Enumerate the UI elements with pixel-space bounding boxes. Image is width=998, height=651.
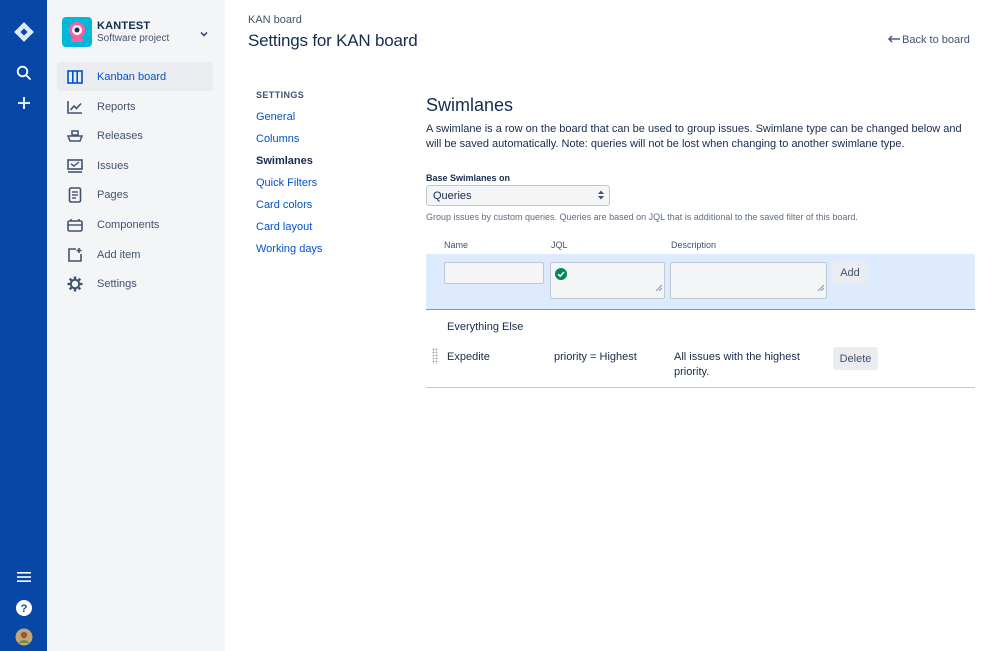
select-arrows-icon <box>597 189 605 204</box>
section-title: Swimlanes <box>426 95 514 115</box>
settings-nav-card-colors[interactable]: Card colors <box>256 199 312 211</box>
sidebar-item-kanban-board[interactable]: Kanban board <box>57 62 213 91</box>
settings-nav-columns[interactable]: Columns <box>256 133 299 145</box>
breadcrumb[interactable]: KAN board <box>248 14 302 26</box>
back-link-label: Back to board <box>902 34 970 46</box>
section-description: A swimlane is a row on the board that ca… <box>426 123 962 150</box>
swimlane-description[interactable]: All issues with the highest priority. <box>674 350 814 380</box>
column-header-name: Name <box>444 240 469 250</box>
check-circle-icon <box>555 267 567 285</box>
table-bottom-divider <box>426 387 975 388</box>
resize-handle-icon[interactable] <box>655 278 663 296</box>
search-icon[interactable] <box>0 65 47 81</box>
select-value: Queries <box>433 190 472 202</box>
sidebar-item-label: Add item <box>97 248 141 261</box>
ship-icon <box>67 128 83 144</box>
delete-button[interactable]: Delete <box>833 347 878 370</box>
back-to-board-link[interactable]: Back to board <box>888 34 970 46</box>
settings-nav-heading: SETTINGS <box>256 90 305 100</box>
sidebar-item-add-item[interactable]: Add item <box>57 240 213 269</box>
sidebar-item-releases[interactable]: Releases <box>57 121 213 150</box>
gear-icon <box>67 276 83 292</box>
project-sidebar: KANTEST Software project Kanban board Re… <box>47 0 225 651</box>
swimlane-name[interactable]: Expedite <box>447 350 490 365</box>
sidebar-item-components[interactable]: Components <box>57 210 213 239</box>
add-item-icon <box>67 247 83 263</box>
sidebar-item-reports[interactable]: Reports <box>57 92 213 121</box>
sidebar-item-label: Pages <box>97 188 129 201</box>
settings-nav-general[interactable]: General <box>256 111 295 123</box>
add-button[interactable]: Add <box>833 262 867 284</box>
project-avatar <box>62 17 92 47</box>
help-icon[interactable]: ? <box>0 599 47 617</box>
user-avatar[interactable] <box>0 628 47 646</box>
app-root: ? KANTEST Software project Kanban board … <box>0 0 998 651</box>
issues-icon <box>67 158 83 174</box>
jql-input[interactable] <box>550 262 665 299</box>
jira-logo-icon[interactable] <box>0 21 47 43</box>
resize-handle-icon[interactable] <box>817 278 825 296</box>
reports-icon <box>67 99 83 115</box>
menu-icon[interactable] <box>0 571 47 583</box>
settings-nav-swimlanes[interactable]: Swimlanes <box>256 155 313 167</box>
page-title: Settings for KAN board <box>248 31 418 50</box>
sidebar-item-settings[interactable]: Settings <box>57 269 213 298</box>
sidebar-item-label: Settings <box>97 277 137 290</box>
component-icon <box>67 217 83 233</box>
chevron-down-icon[interactable] <box>199 26 209 44</box>
name-input[interactable] <box>444 262 544 284</box>
add-swimlane-row: Add <box>426 254 975 310</box>
description-input[interactable] <box>670 262 827 299</box>
global-nav: ? <box>0 0 47 651</box>
drag-handle-icon[interactable] <box>432 348 438 364</box>
arrow-left-icon <box>888 34 902 46</box>
sidebar-item-label: Components <box>97 218 160 231</box>
board-icon <box>67 69 83 85</box>
settings-nav-working-days[interactable]: Working days <box>256 243 322 255</box>
column-header-description: Description <box>671 240 717 250</box>
base-swimlanes-help: Group issues by custom queries. Queries … <box>426 212 858 222</box>
project-type: Software project <box>97 33 170 44</box>
sidebar-item-label: Kanban board <box>97 70 167 83</box>
swimlane-jql[interactable]: priority = Highest <box>554 350 637 365</box>
project-name: KANTEST <box>97 20 151 32</box>
base-swimlanes-label: Base Swimlanes on <box>426 173 511 183</box>
sidebar-item-label: Reports <box>97 100 136 113</box>
sidebar-item-label: Issues <box>97 159 129 172</box>
sidebar-item-pages[interactable]: Pages <box>57 180 213 209</box>
settings-nav-card-layout[interactable]: Card layout <box>256 221 312 233</box>
sidebar-item-label: Releases <box>97 129 143 142</box>
settings-nav-quick-filters[interactable]: Quick Filters <box>256 177 317 189</box>
sidebar-item-issues[interactable]: Issues <box>57 151 213 180</box>
base-swimlanes-select[interactable]: Queries <box>426 185 610 206</box>
page-icon <box>67 186 83 203</box>
create-icon[interactable] <box>0 95 47 111</box>
project-switcher[interactable]: KANTEST Software project <box>61 17 213 49</box>
column-header-jql: JQL <box>551 240 568 250</box>
svg-text:?: ? <box>20 603 27 615</box>
swimlane-name[interactable]: Everything Else <box>447 320 523 335</box>
